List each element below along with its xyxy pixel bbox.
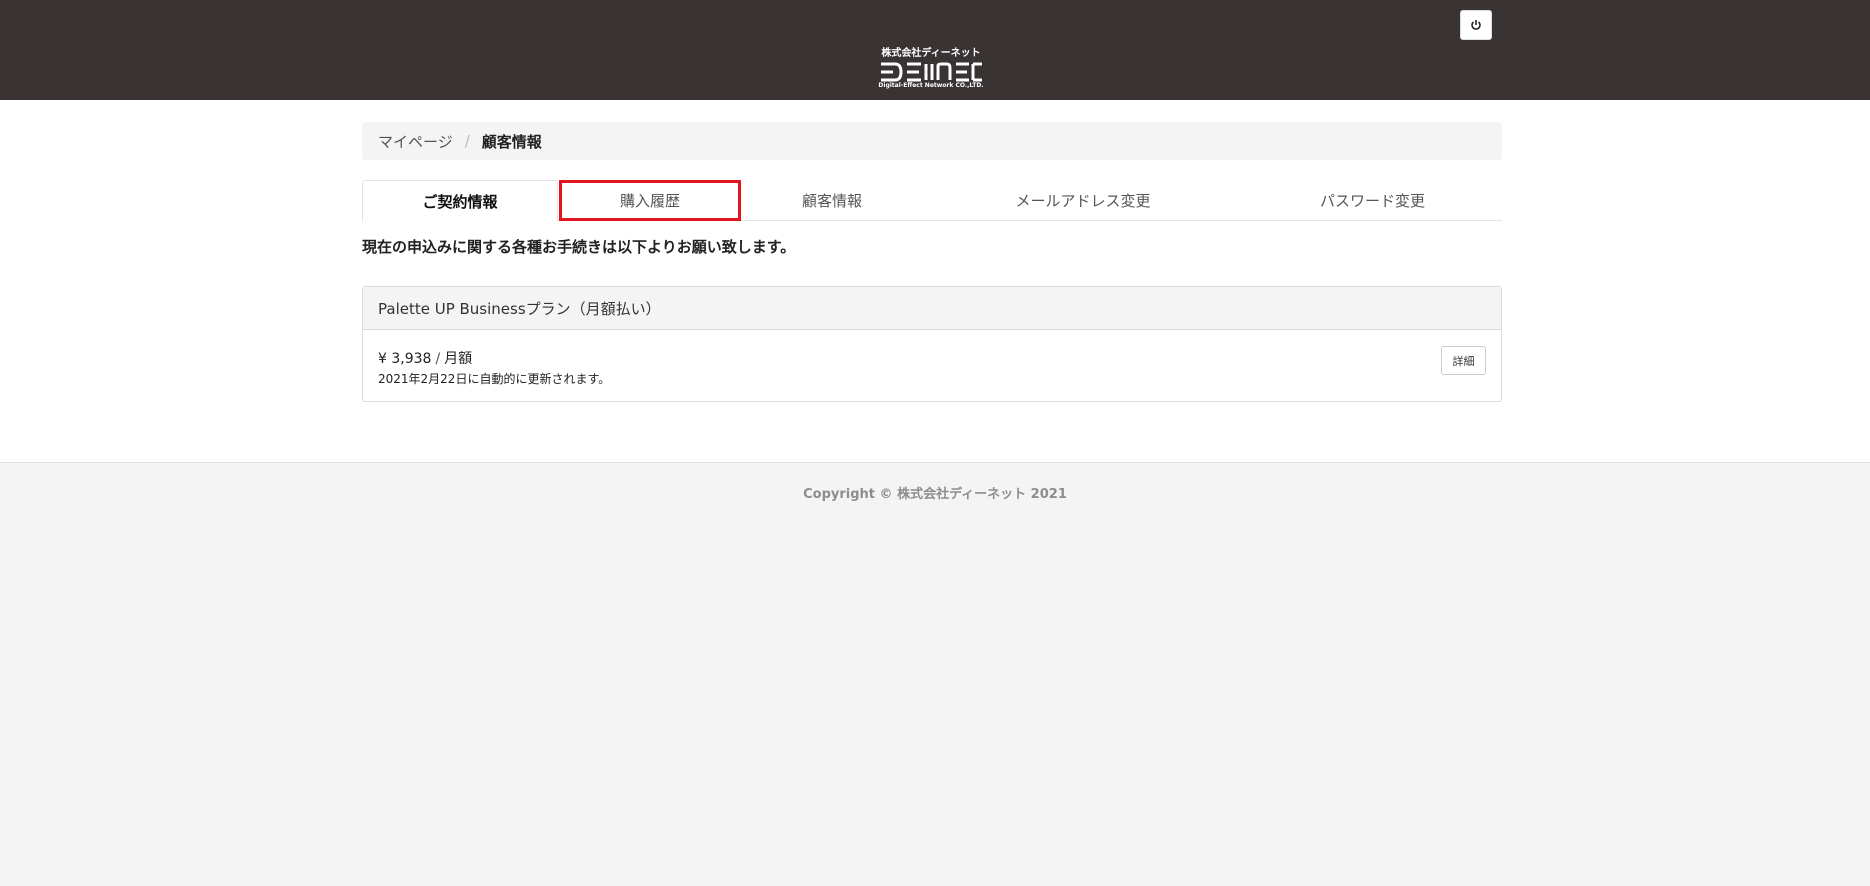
main-content: マイページ / 顧客情報 ご契約情報 購入履歴 顧客情報 メールアドレス変更 パ… [0, 100, 1870, 462]
plan-card: Palette UP Businessプラン（月額払い） ¥ 3,938/月額 … [362, 286, 1502, 402]
plan-detail-button[interactable]: 詳細 [1441, 346, 1486, 375]
tab-customer-info[interactable]: 顧客情報 [741, 180, 923, 221]
tab-password-change[interactable]: パスワード変更 [1243, 180, 1502, 221]
breadcrumb-mypage-link[interactable]: マイページ [378, 131, 453, 152]
plan-body: ¥ 3,938/月額 2021年2月22日に自動的に更新されます。 詳細 [363, 330, 1501, 402]
site-header: 株式会社ディーネット Digital-Effect Network CO.,LT… [0, 0, 1870, 100]
logo-subtitle: Digital-Effect Network CO.,LTD. [878, 82, 984, 89]
tab-contract-info[interactable]: ご契約情報 [362, 180, 558, 222]
logout-button[interactable] [1460, 10, 1492, 40]
site-footer: Copyright © 株式会社ディーネット 2021 [0, 462, 1870, 886]
breadcrumb-current: 顧客情報 [481, 132, 542, 151]
plan-price-period: 月額 [444, 351, 473, 367]
logo-company-name: 株式会社ディーネット [881, 48, 981, 59]
logo-mark-icon [881, 62, 982, 82]
copyright-text: Copyright © 株式会社ディーネット 2021 [803, 487, 1067, 502]
breadcrumb-separator: / [464, 132, 470, 150]
breadcrumb: マイページ / 顧客情報 [362, 122, 1502, 160]
intro-text: 現在の申込みに関する各種お手続きは以下よりお願い致します。 [362, 238, 796, 256]
tab-bar: ご契約情報 購入履歴 顧客情報 メールアドレス変更 パスワード変更 [362, 180, 1502, 222]
price-separator: / [435, 351, 441, 367]
tab-email-change[interactable]: メールアドレス変更 [923, 180, 1243, 221]
company-logo[interactable]: 株式会社ディーネット Digital-Effect Network CO.,LT… [878, 48, 984, 92]
plan-price: ¥ 3,938 [378, 351, 432, 367]
plan-price-line: ¥ 3,938/月額 [378, 348, 472, 368]
tab-purchase-history[interactable]: 購入履歴 [559, 180, 741, 221]
plan-name: Palette UP Businessプラン（月額払い） [363, 287, 1501, 330]
plan-renewal-text: 2021年2月22日に自動的に更新されます。 [378, 372, 611, 386]
power-icon [1471, 20, 1481, 30]
